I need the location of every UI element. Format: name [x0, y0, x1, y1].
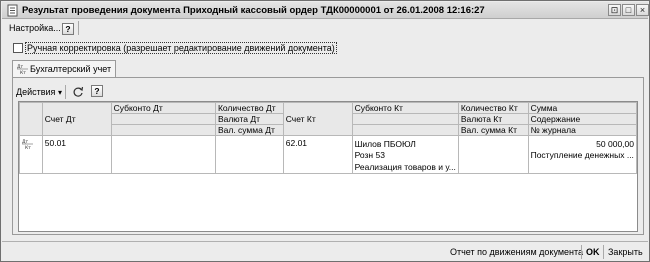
title-bar[interactable]: Результат проведения документа Приходный…: [2, 2, 649, 19]
close-button[interactable]: Закрыть: [608, 247, 643, 257]
window-title: Результат проведения документа Приходный…: [22, 5, 485, 16]
movements-grid[interactable]: Счет Дт Субконто Дт Количество Дт Счет К…: [18, 101, 638, 232]
header-row-1: Счет Дт Субконто Дт Количество Дт Счет К…: [19, 102, 638, 136]
cell-sum[interactable]: 50 000,00: [527, 135, 638, 150]
cell-account-dt[interactable]: 50.01: [41, 135, 112, 174]
header-qty-dt[interactable]: Количество Дт: [214, 102, 284, 114]
header-account-dt[interactable]: Счет Дт: [41, 102, 112, 136]
status-bar: Отчет по движениям документа OK Закрыть: [2, 241, 648, 261]
header-subconto-dt-2: [110, 113, 216, 125]
cell-content[interactable]: Поступление денежных ...: [527, 149, 638, 162]
header-subconto-kt-2: [351, 113, 459, 125]
command-bar: Настройка... ?: [2, 20, 648, 37]
manual-correction-checkbox[interactable]: [13, 43, 23, 53]
movements-table: Счет Дт Субконто Дт Количество Дт Счет К…: [19, 102, 638, 175]
tab-accounting[interactable]: Дт Кт Бухгалтерский учет: [12, 60, 116, 77]
restore-button[interactable]: □: [622, 4, 635, 16]
document-posting-result-window: Результат проведения документа Приходный…: [0, 0, 650, 262]
cell-account-kt[interactable]: 62.01: [282, 135, 353, 174]
statusbar-separator-2: [603, 245, 604, 259]
help-button[interactable]: ?: [62, 23, 74, 35]
ok-button[interactable]: OK: [586, 247, 600, 257]
cell-subconto-kt-1[interactable]: Шилов ПБОЮЛ: [351, 135, 459, 150]
header-account-kt[interactable]: Счет Кт: [282, 102, 353, 136]
header-subconto-kt-3: [351, 124, 459, 136]
svg-text:Кт: Кт: [20, 70, 26, 75]
settings-button[interactable]: Настройка...: [9, 23, 61, 33]
header-content[interactable]: Содержание: [527, 113, 638, 125]
close-window-button[interactable]: ×: [636, 4, 649, 16]
row-icon-cell: Дт Кт: [19, 135, 43, 174]
manual-correction-label[interactable]: Ручная корректировка (разрешает редактир…: [25, 42, 337, 54]
svg-text:Кт: Кт: [25, 145, 31, 150]
actions-label: Действия: [16, 87, 56, 97]
document-icon: [7, 4, 18, 17]
cell-subconto-dt[interactable]: [110, 135, 216, 174]
dt-kt-icon: Дт Кт: [22, 139, 33, 151]
header-qty-kt[interactable]: Количество Кт: [457, 102, 529, 114]
statusbar-separator: [581, 245, 582, 259]
header-currency-dt[interactable]: Валюта Дт: [214, 113, 284, 125]
header-subconto-kt[interactable]: Субконто Кт: [351, 102, 459, 114]
toolbar-separator: [65, 85, 66, 99]
header-journal-no[interactable]: № журнала: [527, 124, 638, 136]
header-currency-kt[interactable]: Валюта Кт: [457, 113, 529, 125]
header-cur-sum-kt[interactable]: Вал. сумма Кт: [457, 124, 529, 136]
cell-subconto-kt-3[interactable]: Реализация товаров и у...: [351, 161, 459, 175]
command-bar-separator: [78, 21, 79, 35]
chevron-down-icon: ▾: [57, 88, 62, 97]
tab-accounting-label: Бухгалтерский учет: [30, 64, 112, 74]
movements-report-button[interactable]: Отчет по движениям документа: [450, 247, 583, 257]
header-icon-cell: [19, 102, 43, 136]
table-help-button[interactable]: ?: [91, 85, 103, 97]
dt-kt-icon: Дт Кт: [17, 64, 28, 75]
actions-menu[interactable]: Действия ▾: [16, 87, 62, 97]
cell-journal-no[interactable]: [527, 161, 638, 175]
cell-subconto-kt-2[interactable]: Розн 53: [351, 149, 459, 162]
cell-qty-dt[interactable]: [214, 135, 284, 174]
header-cur-sum-dt[interactable]: Вал. сумма Дт: [214, 124, 284, 136]
table-row[interactable]: Дт Кт 50.01 62.01 Шилов ПБОЮЛ 50 000,00: [19, 135, 638, 174]
cell-qty-kt[interactable]: [457, 135, 529, 174]
header-subconto-dt-3: [110, 124, 216, 136]
header-sum[interactable]: Сумма: [527, 102, 638, 114]
refresh-icon[interactable]: [72, 86, 84, 98]
header-subconto-dt[interactable]: Субконто Дт: [110, 102, 216, 114]
pin-button[interactable]: ⊡: [608, 4, 621, 16]
